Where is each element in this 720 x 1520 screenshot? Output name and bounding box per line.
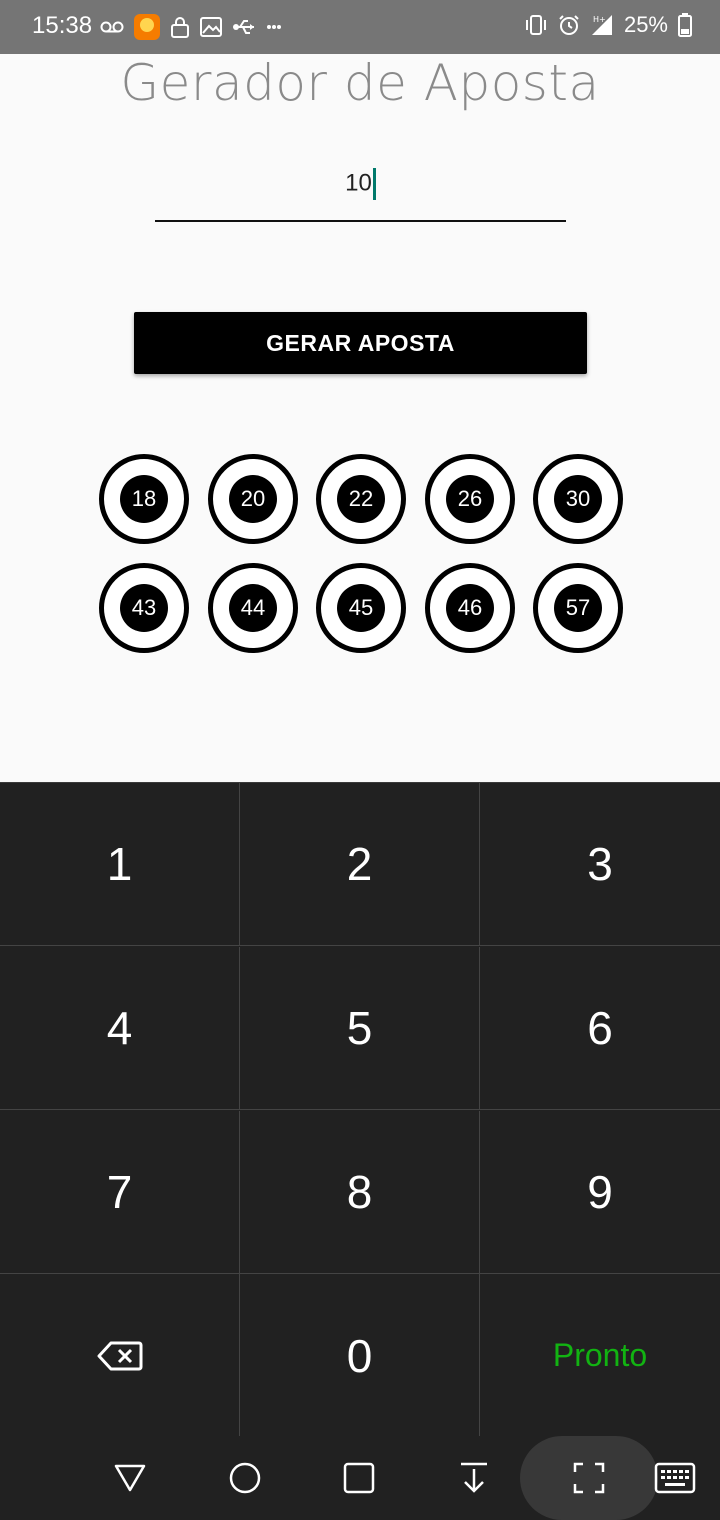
number-ball: 22	[316, 454, 406, 544]
usb-icon	[233, 20, 254, 34]
key-5[interactable]: 5	[240, 947, 480, 1110]
recents-button[interactable]	[331, 1450, 387, 1506]
number-ball: 20	[208, 454, 298, 544]
back-button[interactable]	[102, 1450, 158, 1506]
number-ball: 45	[316, 563, 406, 653]
key-0[interactable]: 0	[240, 1274, 480, 1437]
battery-icon	[678, 13, 692, 37]
app-notification-icon	[134, 14, 160, 40]
screenshot-icon	[573, 1462, 605, 1494]
page-title: Gerador de Aposta	[120, 54, 600, 112]
number-ball: 43	[99, 563, 189, 653]
generate-bet-button[interactable]: GERAR APOSTA	[134, 312, 587, 374]
number-ball: 57	[533, 563, 623, 653]
notification-pull-icon	[461, 1462, 487, 1493]
number-ball: 18	[99, 454, 189, 544]
svg-text:H+: H+	[593, 15, 606, 24]
navigation-bar	[0, 1436, 720, 1520]
numeric-keyboard: 1 2 3 4 5 6 7 8 9 0 Pronto	[0, 782, 720, 1437]
recents-icon	[343, 1462, 375, 1494]
alarm-icon	[559, 15, 579, 35]
key-9[interactable]: 9	[480, 1111, 720, 1274]
home-icon	[229, 1462, 261, 1494]
keyboard-switch-button[interactable]	[647, 1450, 703, 1506]
backspace-icon	[97, 1341, 142, 1370]
number-ball: 44	[208, 563, 298, 653]
back-icon	[114, 1464, 146, 1492]
quantity-input-value: 10	[345, 169, 372, 197]
vibrate-icon	[525, 15, 546, 35]
key-3[interactable]: 3	[480, 783, 720, 946]
signal-icon: H+	[591, 15, 612, 35]
key-8[interactable]: 8	[240, 1111, 480, 1274]
keyboard-switch-icon	[654, 1462, 696, 1494]
more-icon	[267, 25, 281, 29]
backspace-key[interactable]	[0, 1274, 240, 1437]
key-6[interactable]: 6	[480, 947, 720, 1110]
number-ball: 30	[533, 454, 623, 544]
key-2[interactable]: 2	[240, 783, 480, 946]
number-ball: 46	[425, 563, 515, 653]
status-time: 15:38	[32, 12, 93, 39]
status-icons-right: H+ 25%	[524, 12, 692, 38]
lock-icon	[171, 17, 189, 38]
voicemail-icon	[100, 21, 124, 33]
key-4[interactable]: 4	[0, 947, 240, 1110]
status-bar: 15:38 H+ 25%	[0, 0, 720, 54]
app-screen: Gerador de Aposta 10 GERAR APOSTA 18 20 …	[0, 54, 720, 782]
home-button[interactable]	[217, 1450, 273, 1506]
key-7[interactable]: 7	[0, 1111, 240, 1274]
screenshot-button[interactable]	[561, 1450, 617, 1506]
key-1[interactable]: 1	[0, 783, 240, 946]
notification-pull-button[interactable]	[446, 1450, 502, 1506]
quantity-input[interactable]: 10	[155, 150, 566, 222]
image-icon	[200, 17, 222, 37]
number-ball: 26	[425, 454, 515, 544]
status-icons-left	[100, 14, 282, 40]
battery-percent: 25%	[623, 12, 668, 37]
text-caret	[372, 168, 376, 200]
done-key[interactable]: Pronto	[480, 1274, 720, 1437]
